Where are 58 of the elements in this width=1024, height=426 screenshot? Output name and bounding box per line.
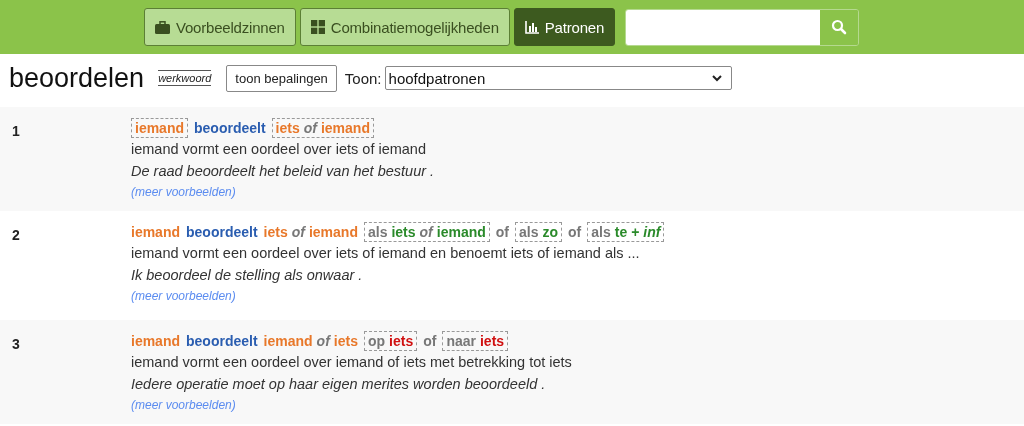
pattern-word: beoordeelt [186,223,258,240]
word-class: werkwoord [158,70,212,86]
pattern-word: op [367,332,386,349]
pattern-word: naar [446,332,476,349]
pattern-word: iemand [320,119,370,136]
pattern-word: iets [275,119,300,136]
example-sentence: De raad beoordeelt het beleid van het bestuur . [131,162,435,181]
show-dropdown[interactable]: hoofdpatronen [384,66,732,90]
pattern-number: 2 [11,226,21,245]
pattern-word: als [591,223,611,240]
definition: iemand vormt een oordeel over iets of iemand [131,140,426,159]
pattern-word: iets [333,332,358,349]
pattern-number: 3 [11,335,21,354]
more-examples-link[interactable]: (meer voorbeelden) [131,398,236,412]
nav-tab[interactable]: Combinatiemogelijkheden [299,8,510,46]
example-sentence: Ik beoordeel de stelling als onwaar . [131,266,363,285]
nav-tab[interactable]: Patronen [513,8,616,46]
definition: iemand vormt een oordeel over iemand of iets met betrekking tot iets [131,353,572,372]
more-examples-link[interactable]: (meer voorbeelden) [131,289,236,303]
pattern-word: of [495,223,509,240]
chevron-icon [710,74,723,82]
pattern-word: + [631,223,640,240]
pattern-word: of [316,332,330,349]
grid-icon [310,20,325,34]
pattern-word: iets [263,223,288,240]
search-icon [831,19,848,35]
show-label: Toon: [344,69,382,87]
example-sentence: Iedere operatie moet op haar eigen merites worden beoordeeld . [131,375,546,394]
pattern-word: zo [542,223,559,240]
briefcase-icon [155,20,170,34]
pattern-word: beoordeelt [194,119,266,136]
pattern-word: iets [391,223,416,240]
more-examples-link[interactable]: (meer voorbeelden) [131,185,236,199]
pattern-word: te [614,223,628,240]
definition: iemand vormt een oordeel over iets of iemand en benoemt iets of iemand als ... [131,244,640,263]
pattern-word: of [423,332,437,349]
pattern-word: of [303,119,317,136]
pattern-word: iets [389,332,414,349]
toggle-button[interactable]: toon bepalingen [226,64,337,92]
pattern-word: of [419,223,433,240]
pattern-word: iemand [135,119,184,136]
pattern-number: 1 [11,122,21,141]
pattern-word: of [291,223,305,240]
pattern-word: als [367,223,388,240]
bar-chart-icon [524,20,539,34]
pattern-word: of [568,223,582,240]
pattern-word: beoordeelt [186,332,258,349]
pattern-word: iemand [131,332,180,349]
search-field[interactable] [625,8,860,46]
pattern-word: iemand [308,223,358,240]
pattern-word: iemand [263,332,313,349]
pattern-word: inf [643,223,661,240]
headword: beoordelen [9,62,145,94]
pattern-word: iemand [436,223,486,240]
pattern-word: iets [480,332,505,349]
nav-tab[interactable]: Voorbeeldzinnen [144,8,296,46]
pattern-word: als [519,223,539,240]
pattern-word: iemand [131,223,180,240]
